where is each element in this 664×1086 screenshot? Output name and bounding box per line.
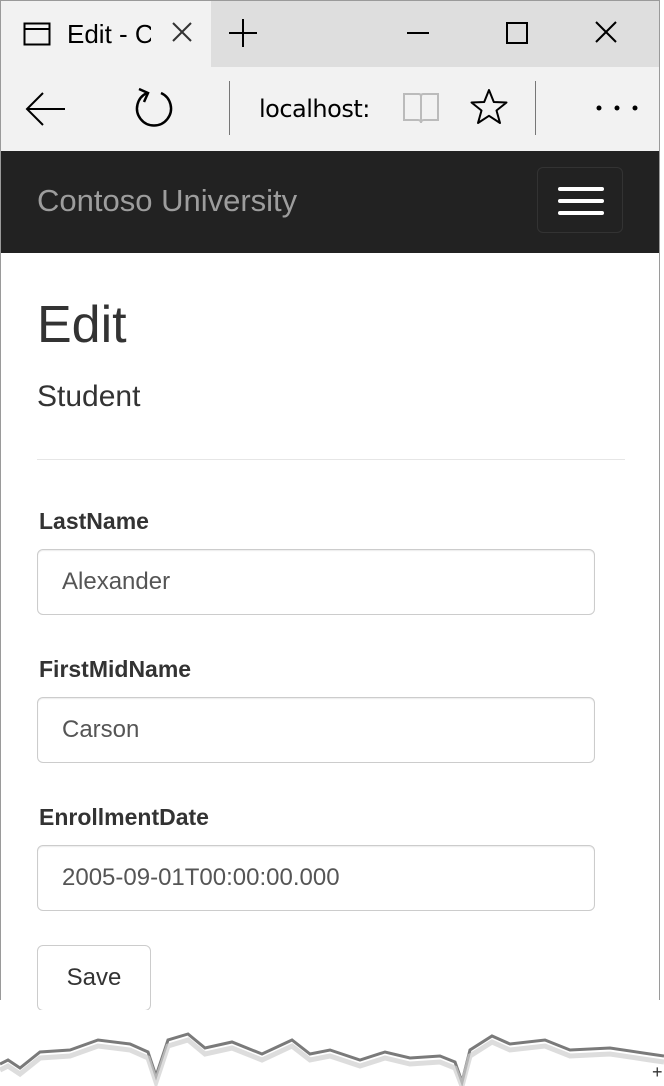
corner-mark: + <box>652 1062 663 1082</box>
tab-strip: Edit - C <box>1 1 659 67</box>
book-icon[interactable] <box>401 89 441 127</box>
tab-page-icon <box>23 22 51 46</box>
address-bar: localhost: <box>1 67 659 151</box>
torn-edge <box>0 1010 664 1086</box>
back-arrow-icon[interactable] <box>23 87 67 131</box>
page-title: Edit <box>37 296 127 354</box>
enrollment-date-input[interactable] <box>37 845 595 911</box>
url-field[interactable]: localhost: <box>259 93 370 125</box>
browser-window: Edit - C localhost: Contoso University E… <box>0 0 660 1011</box>
save-button[interactable]: Save <box>37 945 151 1011</box>
browser-tab[interactable]: Edit - C <box>1 1 211 67</box>
page-subtitle: Student <box>37 380 141 413</box>
close-icon[interactable] <box>165 15 199 49</box>
first-mid-name-input[interactable] <box>37 697 595 763</box>
last-name-label: LastName <box>39 508 149 534</box>
minimize-icon[interactable] <box>399 15 437 51</box>
menu-toggle-button[interactable] <box>537 167 623 233</box>
more-icon[interactable] <box>587 93 647 123</box>
star-icon[interactable] <box>469 87 509 127</box>
plus-icon[interactable] <box>225 15 261 51</box>
last-name-input[interactable] <box>37 549 595 615</box>
refresh-icon[interactable] <box>131 85 177 131</box>
window-close-icon[interactable] <box>587 15 625 51</box>
address-divider <box>229 81 230 135</box>
first-mid-name-label: FirstMidName <box>39 656 192 682</box>
enrollment-date-label: EnrollmentDate <box>39 804 209 830</box>
tab-title: Edit - C <box>67 19 151 49</box>
address-divider <box>535 81 536 135</box>
brand-link[interactable]: Contoso University <box>37 181 297 221</box>
maximize-icon[interactable] <box>497 15 535 51</box>
site-navbar: Contoso University <box>1 151 659 253</box>
divider <box>37 459 625 460</box>
